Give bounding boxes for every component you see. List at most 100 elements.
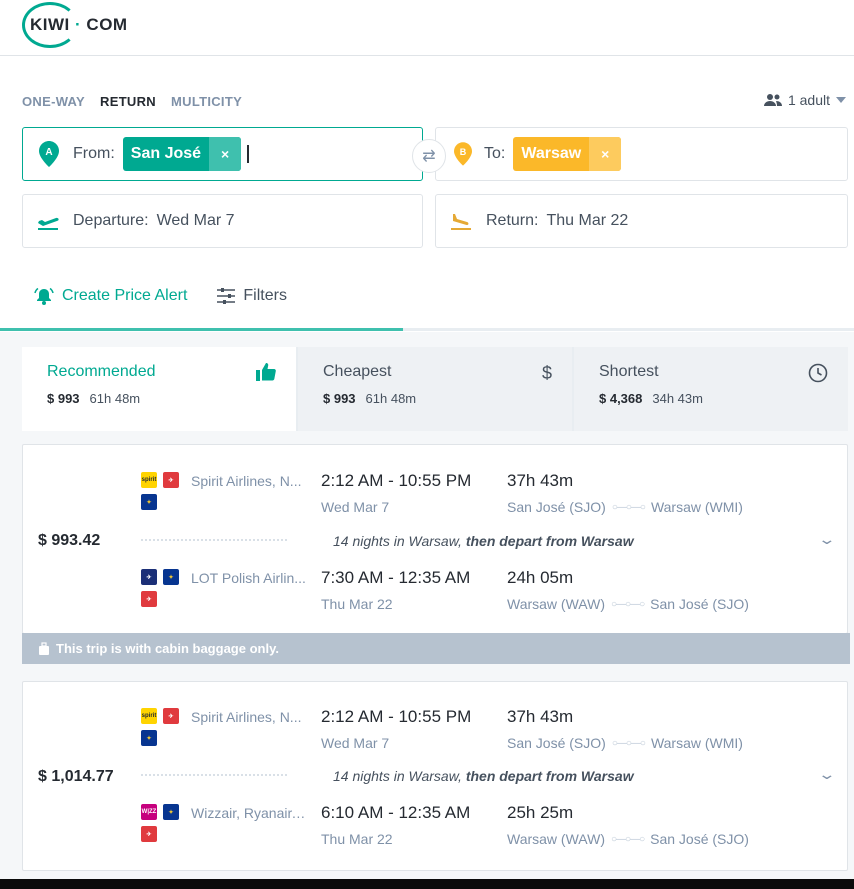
filters-label: Filters <box>243 287 287 304</box>
chevron-down-icon <box>836 97 846 103</box>
ryanair-logo-icon: ✦ <box>141 730 157 746</box>
flight-date: Thu Mar 22 <box>321 831 393 847</box>
airline-logo-icon: ✈ <box>141 826 157 842</box>
remove-from-place-icon[interactable]: × <box>209 137 242 171</box>
flight-times: 2:12 AM - 10:55 PM <box>321 471 472 490</box>
svg-text:A: A <box>45 147 52 158</box>
text-cursor <box>247 145 250 163</box>
to-place-chip: Warsaw × <box>513 137 622 171</box>
actions-underline-active <box>0 328 403 331</box>
filters-button[interactable]: Filters <box>217 287 287 305</box>
sort-tab-meta: $ 4,368 34h 43m <box>599 391 703 406</box>
airline-logo-icon: ✈ <box>163 472 179 488</box>
wizzair-logo-icon: W|ZZ <box>141 804 157 820</box>
trip-type-multicity[interactable]: MULTICITY <box>171 94 242 109</box>
inbound-segment: W|ZZ ✦ ✈ Wizzair, Ryanair, ... 6:10 AM -… <box>141 801 831 861</box>
search-panel: ONE-WAY RETURN MULTICITY 1 adult A From:… <box>0 56 854 332</box>
sort-tab-meta: $ 993 61h 48m <box>323 391 417 406</box>
from-field[interactable]: A From: San José × <box>22 127 423 181</box>
stay-info: 14 nights in Warsaw, then depart from Wa… <box>333 533 634 549</box>
result-card[interactable]: $ 993.42 spirit ✈ ✦ Spirit Airlines, N..… <box>22 444 850 664</box>
departure-date: Wed Mar 7 <box>156 212 235 229</box>
to-place-name: Warsaw <box>521 145 582 162</box>
expand-chevron-icon[interactable]: ⌄ <box>818 531 837 548</box>
carrier-name: Spirit Airlines, N... <box>191 709 302 725</box>
flight-route: San José (SJO) ○—○—○ Warsaw (WMI) <box>507 499 743 515</box>
filter-sliders-icon <box>217 288 236 304</box>
logo-text: KIWI · COM <box>30 15 128 34</box>
airline-logo-icon: ✈ <box>141 591 157 607</box>
thumbs-up-icon <box>256 363 276 381</box>
landing-icon <box>451 214 471 230</box>
inbound-segment: ✈ ✦ ✈ LOT Polish Airlin... 7:30 AM - 12:… <box>141 566 831 626</box>
result-price: $ 993.42 <box>38 532 101 549</box>
sort-tab-recommended[interactable]: Recommended $ 993 61h 48m <box>22 347 296 431</box>
takeoff-icon <box>38 217 59 230</box>
trip-type-one-way[interactable]: ONE-WAY <box>22 94 85 109</box>
origin-pin-icon: A <box>39 141 59 167</box>
from-place-name: San José <box>130 145 202 162</box>
top-header: KIWI · COM <box>0 0 854 56</box>
cabin-baggage-text: This trip is with cabin baggage only. <box>56 641 279 656</box>
spirit-logo-icon: spirit <box>141 708 157 724</box>
swap-icon: ⇄ <box>422 148 436 165</box>
sort-tab-title: Cheapest <box>323 363 392 380</box>
flight-date: Wed Mar 7 <box>321 735 390 751</box>
kiwi-logo[interactable]: KIWI · COM <box>22 2 132 50</box>
route-dots: ○—○—○ <box>611 737 646 749</box>
from-place-chip: San José × <box>122 137 242 171</box>
remove-to-place-icon[interactable]: × <box>589 137 622 171</box>
clock-icon <box>808 363 828 383</box>
carrier-name: Wizzair, Ryanair, ... <box>191 805 309 821</box>
flight-route: Warsaw (WAW) ○—○—○ San José (SJO) <box>507 831 749 847</box>
outbound-segment: spirit ✈ ✦ Spirit Airlines, N... 2:12 AM… <box>141 469 831 529</box>
carrier-name: LOT Polish Airlin... <box>191 570 306 586</box>
window-bottom-edge <box>0 879 854 889</box>
flight-route: San José (SJO) ○—○—○ Warsaw (WMI) <box>507 735 743 751</box>
return-label: Return: <box>486 212 539 229</box>
svg-text:B: B <box>460 147 467 157</box>
airline-logo-icon: ✈ <box>163 708 179 724</box>
outbound-segment: spirit ✈ ✦ Spirit Airlines, N... 2:12 AM… <box>141 705 831 765</box>
sort-tab-meta: $ 993 61h 48m <box>47 391 141 406</box>
expand-chevron-icon[interactable]: ⌄ <box>818 766 837 783</box>
result-price: $ 1,014.77 <box>38 768 114 785</box>
dollar-icon: $ <box>541 363 552 383</box>
return-field[interactable]: Return: Thu Mar 22 <box>435 194 848 248</box>
route-dots: ○—○—○ <box>610 833 645 845</box>
from-label: From: <box>73 145 115 162</box>
ryanair-logo-icon: ✦ <box>163 804 179 820</box>
create-price-alert-button[interactable]: Create Price Alert <box>34 287 187 305</box>
destination-pin-icon: B <box>454 142 472 166</box>
flight-times: 7:30 AM - 12:35 AM <box>321 568 471 587</box>
create-price-alert-label: Create Price Alert <box>62 287 188 304</box>
carrier-name: Spirit Airlines, N... <box>191 473 302 489</box>
passengers-dropdown[interactable]: 1 adult <box>763 92 846 108</box>
swap-places-button[interactable]: ⇄ <box>412 139 446 173</box>
route-dots: ○—○—○ <box>611 501 646 513</box>
to-field[interactable]: B To: Warsaw × <box>435 127 848 181</box>
stay-info: 14 nights in Warsaw, then depart from Wa… <box>333 768 634 784</box>
passengers-label: 1 adult <box>787 92 830 108</box>
result-card[interactable]: $ 1,014.77 spirit ✈ ✦ Spirit Airlines, N… <box>22 681 848 871</box>
return-date: Thu Mar 22 <box>546 212 629 229</box>
flight-times: 2:12 AM - 10:55 PM <box>321 707 472 726</box>
departure-field[interactable]: Departure: Wed Mar 7 <box>22 194 423 248</box>
baggage-icon <box>39 641 49 655</box>
trip-type-selector: ONE-WAY RETURN MULTICITY <box>22 94 242 109</box>
trip-type-return[interactable]: RETURN <box>100 94 156 109</box>
divider <box>141 539 287 541</box>
actions-underline <box>0 328 854 331</box>
sort-tab-cheapest[interactable]: Cheapest $ 993 61h 48m $ <box>298 347 572 431</box>
sort-tabs: Recommended $ 993 61h 48m Cheapest $ 993 6… <box>22 347 848 431</box>
lot-logo-icon: ✈ <box>141 569 157 585</box>
departure-label: Departure: <box>73 212 149 229</box>
flight-duration: 25h 25m <box>507 803 574 822</box>
cabin-baggage-note: This trip is with cabin baggage only. <box>22 633 850 664</box>
flight-route: Warsaw (WAW) ○—○—○ San José (SJO) <box>507 596 749 612</box>
ryanair-logo-icon: ✦ <box>141 494 157 510</box>
sort-tab-shortest[interactable]: Shortest $ 4,368 34h 43m <box>574 347 848 431</box>
results-actions: Create Price Alert Filters <box>34 287 287 305</box>
flight-duration: 24h 05m <box>507 568 574 587</box>
spirit-logo-icon: spirit <box>141 472 157 488</box>
